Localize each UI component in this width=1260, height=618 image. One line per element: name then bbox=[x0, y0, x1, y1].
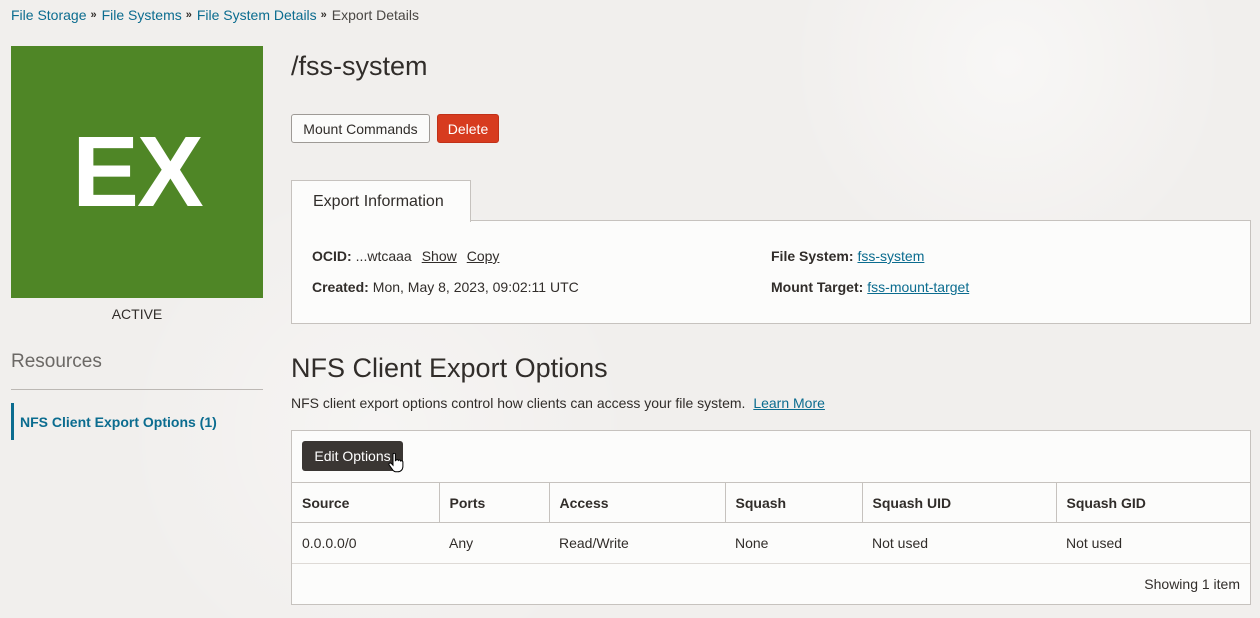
column-header-source[interactable]: Source bbox=[292, 482, 440, 523]
breadcrumb-link-file-storage[interactable]: File Storage bbox=[11, 7, 86, 23]
export-options-table: Source Ports Access Squash Squash UID Sq… bbox=[292, 482, 1250, 564]
sidebar-item-nfs-client-export-options[interactable]: NFS Client Export Options (1) bbox=[11, 403, 263, 440]
delete-button[interactable]: Delete bbox=[437, 114, 499, 143]
hand-cursor-icon bbox=[388, 453, 404, 473]
created-value: Mon, May 8, 2023, 09:02:11 UTC bbox=[372, 279, 579, 295]
breadcrumb-separator: » bbox=[320, 9, 327, 21]
tab-label: Export Information bbox=[313, 192, 444, 210]
column-header-ports[interactable]: Ports bbox=[439, 482, 550, 523]
created-label: Created: bbox=[312, 279, 369, 295]
column-header-squash-gid[interactable]: Squash GID bbox=[1056, 482, 1250, 523]
column-header-squash[interactable]: Squash bbox=[725, 482, 863, 523]
column-header-squash-uid[interactable]: Squash UID bbox=[862, 482, 1057, 523]
breadcrumb-separator: » bbox=[185, 9, 192, 21]
created-row: Created: Mon, May 8, 2023, 09:02:11 UTC bbox=[312, 279, 579, 295]
learn-more-link[interactable]: Learn More bbox=[753, 395, 825, 411]
table-item-count: Showing 1 item bbox=[1144, 576, 1240, 592]
cell-source: 0.0.0.0/0 bbox=[292, 522, 439, 564]
cell-squash: None bbox=[725, 522, 862, 564]
file-system-label: File System: bbox=[771, 248, 854, 264]
resource-badge-text: EX bbox=[72, 115, 203, 228]
cell-access: Read/Write bbox=[549, 522, 725, 564]
breadcrumb-link-file-systems[interactable]: File Systems bbox=[102, 7, 182, 23]
mount-target-label: Mount Target: bbox=[771, 279, 864, 295]
resources-heading: Resources bbox=[11, 351, 102, 372]
mount-target-row: Mount Target: fss-mount-target bbox=[771, 279, 969, 295]
section-title: NFS Client Export Options bbox=[291, 353, 608, 383]
cell-squash-uid: Not used bbox=[862, 522, 1056, 564]
resource-badge-tile: EX bbox=[11, 46, 263, 298]
breadcrumb: File Storage » File Systems » File Syste… bbox=[11, 7, 419, 23]
ocid-value: ...wtcaaa bbox=[355, 248, 412, 264]
breadcrumb-separator: » bbox=[90, 9, 97, 21]
section-description: NFS client export options control how cl… bbox=[291, 395, 825, 411]
section-description-text: NFS client export options control how cl… bbox=[291, 395, 746, 411]
breadcrumb-link-file-system-details[interactable]: File System Details bbox=[197, 7, 317, 23]
table-header-row: Source Ports Access Squash Squash UID Sq… bbox=[292, 482, 1250, 523]
file-system-row: File System: fss-system bbox=[771, 248, 924, 264]
mount-commands-button[interactable]: Mount Commands bbox=[291, 114, 430, 143]
sidebar-item-label: NFS Client Export Options (1) bbox=[20, 413, 217, 430]
export-options-table-panel: Edit Options Source Ports Access Squash … bbox=[291, 430, 1251, 605]
breadcrumb-current: Export Details bbox=[331, 7, 419, 23]
mount-target-link[interactable]: fss-mount-target bbox=[867, 279, 969, 295]
status-label: ACTIVE bbox=[111, 306, 163, 322]
cell-ports: Any bbox=[439, 522, 549, 564]
tab-export-information[interactable]: Export Information bbox=[291, 180, 471, 222]
file-system-link[interactable]: fss-system bbox=[857, 248, 924, 264]
ocid-row: OCID: ...wtcaaa Show Copy bbox=[312, 248, 499, 264]
export-information-panel: OCID: ...wtcaaa Show Copy Created: Mon, … bbox=[291, 220, 1251, 324]
ocid-label: OCID: bbox=[312, 248, 352, 264]
cell-squash-gid: Not used bbox=[1056, 522, 1250, 564]
ocid-show-link[interactable]: Show bbox=[422, 248, 457, 264]
column-header-access[interactable]: Access bbox=[549, 482, 726, 523]
page-title: /fss-system bbox=[291, 51, 428, 81]
resources-divider bbox=[11, 389, 263, 390]
ocid-copy-link[interactable]: Copy bbox=[467, 248, 500, 264]
table-row: 0.0.0.0/0 Any Read/Write None Not used N… bbox=[292, 522, 1250, 564]
